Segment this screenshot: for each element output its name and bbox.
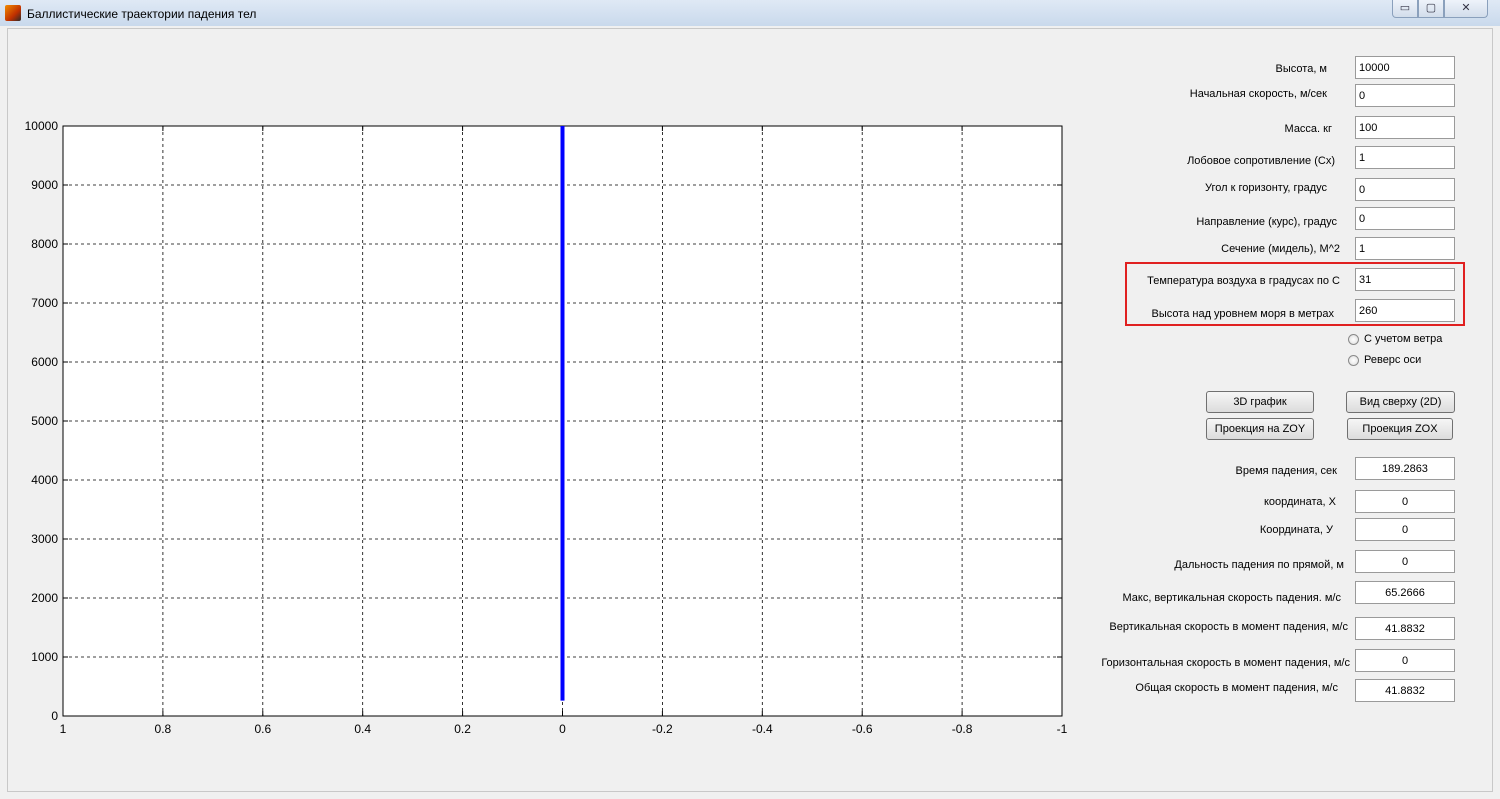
label-coordinate-y: Координата, У: [1259, 524, 1333, 536]
straight-distance-output[interactable]: [1355, 550, 1455, 573]
label-mass: Масса. кг: [1284, 123, 1332, 135]
x-tick-label: -1: [1057, 722, 1068, 736]
label-max-vertical-speed: Макс, вертикальная скорость падения. м/с: [1122, 592, 1341, 604]
maximize-button[interactable]: ▢: [1418, 0, 1444, 18]
label-initial-speed: Начальная скорость, м/сек: [1189, 88, 1327, 100]
y-tick-label: 10000: [25, 119, 59, 133]
reverse-axis-option[interactable]: Реверс оси: [1348, 354, 1421, 366]
mass-input[interactable]: [1355, 116, 1455, 139]
drag-coefficient-input[interactable]: [1355, 146, 1455, 169]
x-tick-label: -0.6: [852, 722, 873, 736]
y-tick-label: 8000: [31, 237, 58, 251]
x-tick-label: 1: [60, 722, 67, 736]
y-tick-label: 2000: [31, 591, 58, 605]
total-impact-speed-output[interactable]: [1355, 679, 1455, 702]
y-tick-label: 4000: [31, 473, 58, 487]
y-tick-label: 5000: [31, 414, 58, 428]
radio-circle-icon[interactable]: [1348, 354, 1359, 366]
reverse-axis-option-label: Реверс оси: [1364, 354, 1422, 366]
cross-section-input[interactable]: [1355, 237, 1455, 260]
horizontal-impact-speed-output[interactable]: [1355, 649, 1455, 672]
label-air-temperature: Температура воздуха в градусах по С: [1147, 275, 1340, 287]
top-view-button[interactable]: Вид сверху (2D): [1346, 391, 1455, 413]
label-course: Направление (курс), градус: [1196, 216, 1337, 228]
projection-zoy-button[interactable]: Проекция на ZOY: [1206, 418, 1314, 440]
coordinate-x-output[interactable]: [1355, 490, 1455, 513]
y-tick-label: 6000: [31, 355, 58, 369]
coordinate-y-output[interactable]: [1355, 518, 1455, 541]
course-input[interactable]: [1355, 207, 1455, 230]
radio-circle-icon[interactable]: [1348, 333, 1359, 345]
label-straight-distance: Дальность падения по прямой, м: [1174, 559, 1344, 571]
angle-input[interactable]: [1355, 178, 1455, 201]
minimize-button[interactable]: ▭: [1392, 0, 1418, 18]
plot-3d-button[interactable]: 3D график: [1206, 391, 1314, 413]
label-angle: Угол к горизонту, градус: [1205, 182, 1327, 194]
label-fall-time: Время падения, сек: [1235, 465, 1337, 477]
x-tick-label: 0.6: [254, 722, 271, 736]
label-height: Высота, м: [1275, 63, 1327, 75]
projection-zox-button[interactable]: Проекция ZOX: [1347, 418, 1453, 440]
label-drag-coefficient: Лобовое сопротивление (Cx): [1187, 155, 1335, 167]
x-tick-label: 0.4: [354, 722, 371, 736]
x-tick-label: -0.2: [652, 722, 673, 736]
label-coordinate-x: координата, X: [1263, 496, 1336, 508]
y-tick-label: 7000: [31, 296, 58, 310]
air-temperature-input[interactable]: [1355, 268, 1455, 291]
initial-speed-input[interactable]: [1355, 84, 1455, 107]
x-tick-label: -0.4: [752, 722, 773, 736]
x-tick-label: 0: [559, 722, 566, 736]
y-tick-label: 9000: [31, 178, 58, 192]
x-tick-label: 0.2: [454, 722, 471, 736]
height-input[interactable]: [1355, 56, 1455, 79]
y-tick-label: 0: [51, 709, 58, 723]
close-button[interactable]: ✕: [1444, 0, 1488, 18]
wind-option[interactable]: С учетом ветра: [1348, 333, 1442, 345]
wind-option-label: С учетом ветра: [1364, 333, 1443, 345]
x-tick-label: -0.8: [952, 722, 973, 736]
y-tick-label: 3000: [31, 532, 58, 546]
fall-time-output[interactable]: [1355, 457, 1455, 480]
label-altitude-above-sea: Высота над уровнем моря в метрах: [1151, 308, 1334, 320]
vertical-impact-speed-output[interactable]: [1355, 617, 1455, 640]
label-total-impact-speed: Общая скорость в момент падения, м/с: [1135, 682, 1338, 694]
label-horizontal-impact-speed: Горизонтальная скорость в момент падения…: [1101, 657, 1350, 669]
label-cross-section: Сечение (мидель), М^2: [1221, 243, 1340, 255]
trajectory-plot[interactable]: 1 0.8 0.6 0.4 0.2 0 -0.2 -0.4 -0.6 -0.8 -1 0 1000 200…: [0, 0, 1090, 760]
label-vertical-impact-speed: Вертикальная скорость в момент падения, …: [1109, 621, 1348, 633]
altitude-above-sea-input[interactable]: [1355, 299, 1455, 322]
x-tick-label: 0.8: [155, 722, 172, 736]
max-vertical-speed-output[interactable]: [1355, 581, 1455, 604]
y-tick-label: 1000: [31, 650, 58, 664]
